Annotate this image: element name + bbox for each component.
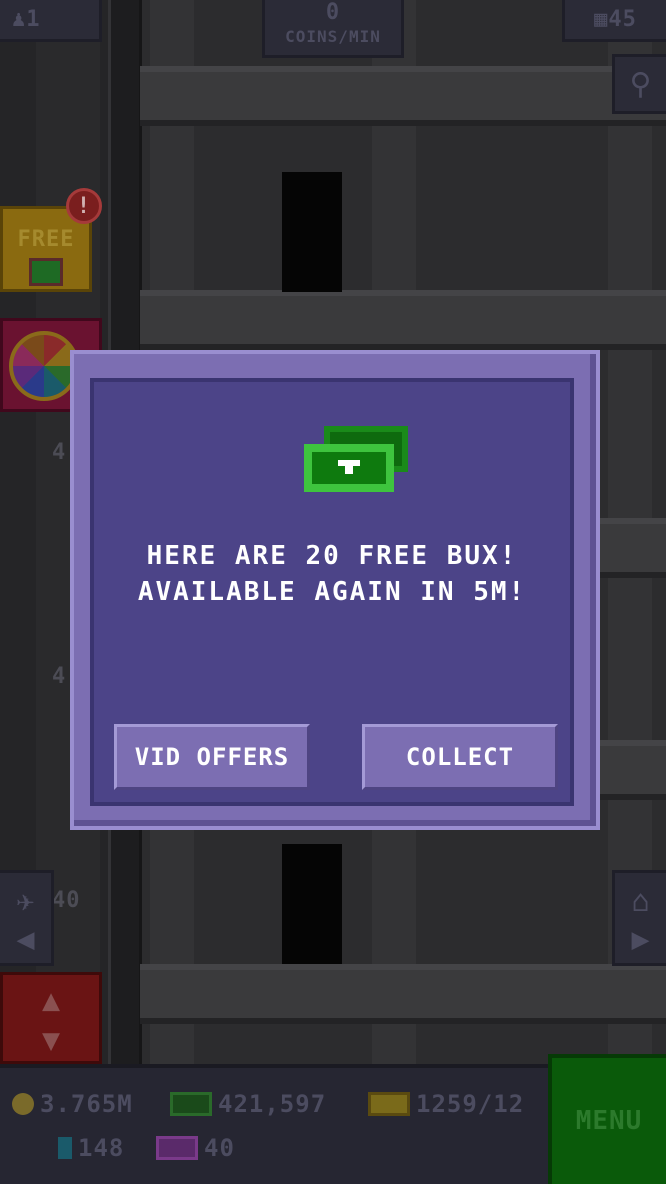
dialog-message: HERE ARE 20 FREE BUX! AVAILABLE AGAIN IN…	[94, 538, 570, 610]
collect-button[interactable]: COLLECT	[362, 724, 558, 790]
bux-icon	[304, 426, 408, 492]
vid-offers-button[interactable]: VID OFFERS	[114, 724, 310, 790]
dialog-message-line2: AVAILABLE AGAIN IN 5M!	[137, 577, 527, 607]
dialog-message-line1: HERE ARE 20 FREE BUX!	[146, 541, 518, 571]
dialog-panel: HERE ARE 20 FREE BUX! AVAILABLE AGAIN IN…	[90, 378, 574, 806]
free-bux-dialog: HERE ARE 20 FREE BUX! AVAILABLE AGAIN IN…	[70, 350, 600, 830]
